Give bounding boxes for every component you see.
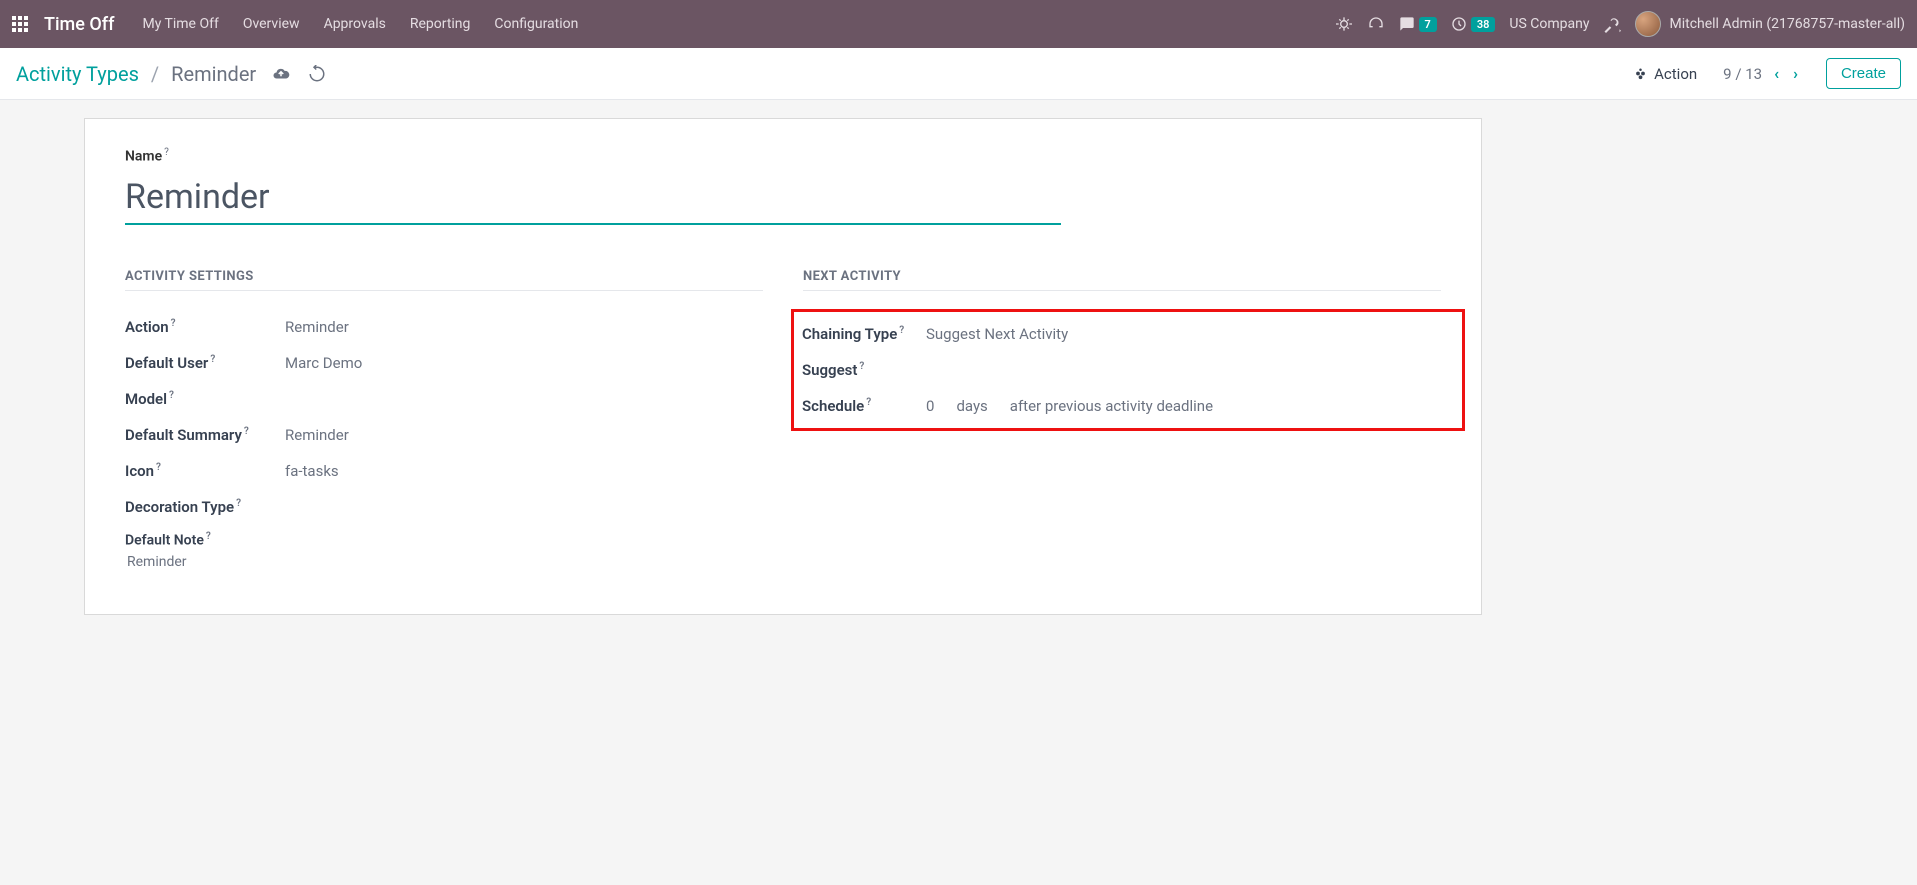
nav-overview[interactable]: Overview bbox=[243, 16, 300, 32]
default-user-value[interactable]: Marc Demo bbox=[285, 354, 362, 372]
pager-prev-icon[interactable]: ‹ bbox=[1772, 64, 1781, 83]
model-label: Model bbox=[125, 390, 167, 408]
nav-approvals[interactable]: Approvals bbox=[324, 16, 386, 32]
create-button[interactable]: Create bbox=[1826, 58, 1901, 89]
pager-current[interactable]: 9 bbox=[1723, 65, 1731, 83]
default-summary-label: Default Summary bbox=[125, 426, 242, 444]
help-icon[interactable]: ? bbox=[206, 531, 211, 542]
pager: 9 / 13 ‹ › bbox=[1723, 64, 1800, 83]
decoration-type-label: Decoration Type bbox=[125, 498, 234, 516]
bug-icon[interactable] bbox=[1335, 15, 1353, 33]
action-label: Action bbox=[125, 318, 169, 336]
breadcrumb: Activity Types / Reminder bbox=[16, 62, 326, 86]
help-icon[interactable]: ? bbox=[169, 390, 174, 401]
icon-label: Icon bbox=[125, 462, 154, 480]
control-bar: Activity Types / Reminder Action 9 / 13 … bbox=[0, 48, 1917, 100]
highlight-box: Chaining Type? Suggest Next Activity Sug… bbox=[791, 309, 1465, 431]
chaining-type-label: Chaining Type bbox=[802, 325, 897, 343]
breadcrumb-root[interactable]: Activity Types bbox=[16, 62, 139, 86]
messaging-badge: 7 bbox=[1419, 17, 1437, 32]
cloud-save-icon[interactable] bbox=[272, 65, 290, 83]
breadcrumb-current: Reminder bbox=[171, 62, 256, 86]
company-switcher[interactable]: US Company bbox=[1509, 16, 1589, 32]
help-icon[interactable]: ? bbox=[236, 498, 241, 509]
default-summary-value[interactable]: Reminder bbox=[285, 426, 349, 444]
activity-settings-section: ACTIVITY SETTINGS Action? Reminder Defau… bbox=[125, 269, 763, 575]
help-icon[interactable]: ? bbox=[859, 361, 864, 372]
support-icon[interactable] bbox=[1367, 15, 1385, 33]
help-icon[interactable]: ? bbox=[156, 462, 161, 473]
messaging-icon[interactable]: 7 bbox=[1399, 16, 1437, 32]
apps-icon[interactable] bbox=[12, 16, 28, 32]
nav-reporting[interactable]: Reporting bbox=[410, 16, 471, 32]
activities-badge: 38 bbox=[1471, 17, 1496, 32]
icon-value[interactable]: fa-tasks bbox=[285, 462, 339, 480]
help-icon[interactable]: ? bbox=[171, 318, 176, 329]
avatar bbox=[1635, 11, 1661, 37]
next-activity-section: NEXT ACTIVITY Chaining Type? Suggest Nex… bbox=[803, 269, 1441, 575]
action-button[interactable]: Action bbox=[1633, 65, 1697, 83]
nav-menu: My Time Off Overview Approvals Reporting… bbox=[142, 16, 578, 32]
tools-icon[interactable] bbox=[1603, 15, 1621, 33]
pager-next-icon[interactable]: › bbox=[1791, 64, 1800, 83]
default-user-label: Default User bbox=[125, 354, 208, 372]
name-label: Name bbox=[125, 149, 162, 165]
help-icon[interactable]: ? bbox=[866, 397, 871, 408]
discard-icon[interactable] bbox=[308, 65, 326, 83]
user-menu[interactable]: Mitchell Admin (21768757-master-all) bbox=[1635, 11, 1905, 37]
help-icon[interactable]: ? bbox=[210, 354, 215, 365]
pager-total: 13 bbox=[1745, 65, 1762, 83]
action-label: Action bbox=[1654, 65, 1697, 83]
action-value[interactable]: Reminder bbox=[285, 318, 349, 336]
default-note-label: Default Note bbox=[125, 532, 204, 548]
schedule-unit[interactable]: days bbox=[956, 397, 987, 415]
section-title-activity-settings: ACTIVITY SETTINGS bbox=[125, 269, 763, 291]
schedule-label: Schedule bbox=[802, 397, 864, 415]
app-name[interactable]: Time Off bbox=[44, 14, 114, 35]
breadcrumb-sep: / bbox=[151, 62, 159, 86]
nav-my-time-off[interactable]: My Time Off bbox=[142, 16, 218, 32]
schedule-basis[interactable]: after previous activity deadline bbox=[1010, 397, 1213, 415]
name-input[interactable] bbox=[125, 173, 1061, 225]
help-icon[interactable]: ? bbox=[244, 426, 249, 437]
help-icon[interactable]: ? bbox=[899, 325, 904, 336]
user-name: Mitchell Admin (21768757-master-all) bbox=[1669, 16, 1905, 32]
default-note-value[interactable]: Reminder bbox=[125, 550, 763, 574]
help-icon[interactable]: ? bbox=[164, 147, 169, 158]
chaining-type-value[interactable]: Suggest Next Activity bbox=[926, 325, 1068, 343]
schedule-count[interactable]: 0 bbox=[926, 397, 934, 415]
top-navbar: Time Off My Time Off Overview Approvals … bbox=[0, 0, 1917, 48]
nav-configuration[interactable]: Configuration bbox=[494, 16, 578, 32]
activities-icon[interactable]: 38 bbox=[1451, 16, 1496, 32]
suggest-label: Suggest bbox=[802, 361, 857, 379]
form-sheet: Name? ACTIVITY SETTINGS Action? Reminder… bbox=[84, 118, 1482, 615]
section-title-next-activity: NEXT ACTIVITY bbox=[803, 269, 1441, 291]
